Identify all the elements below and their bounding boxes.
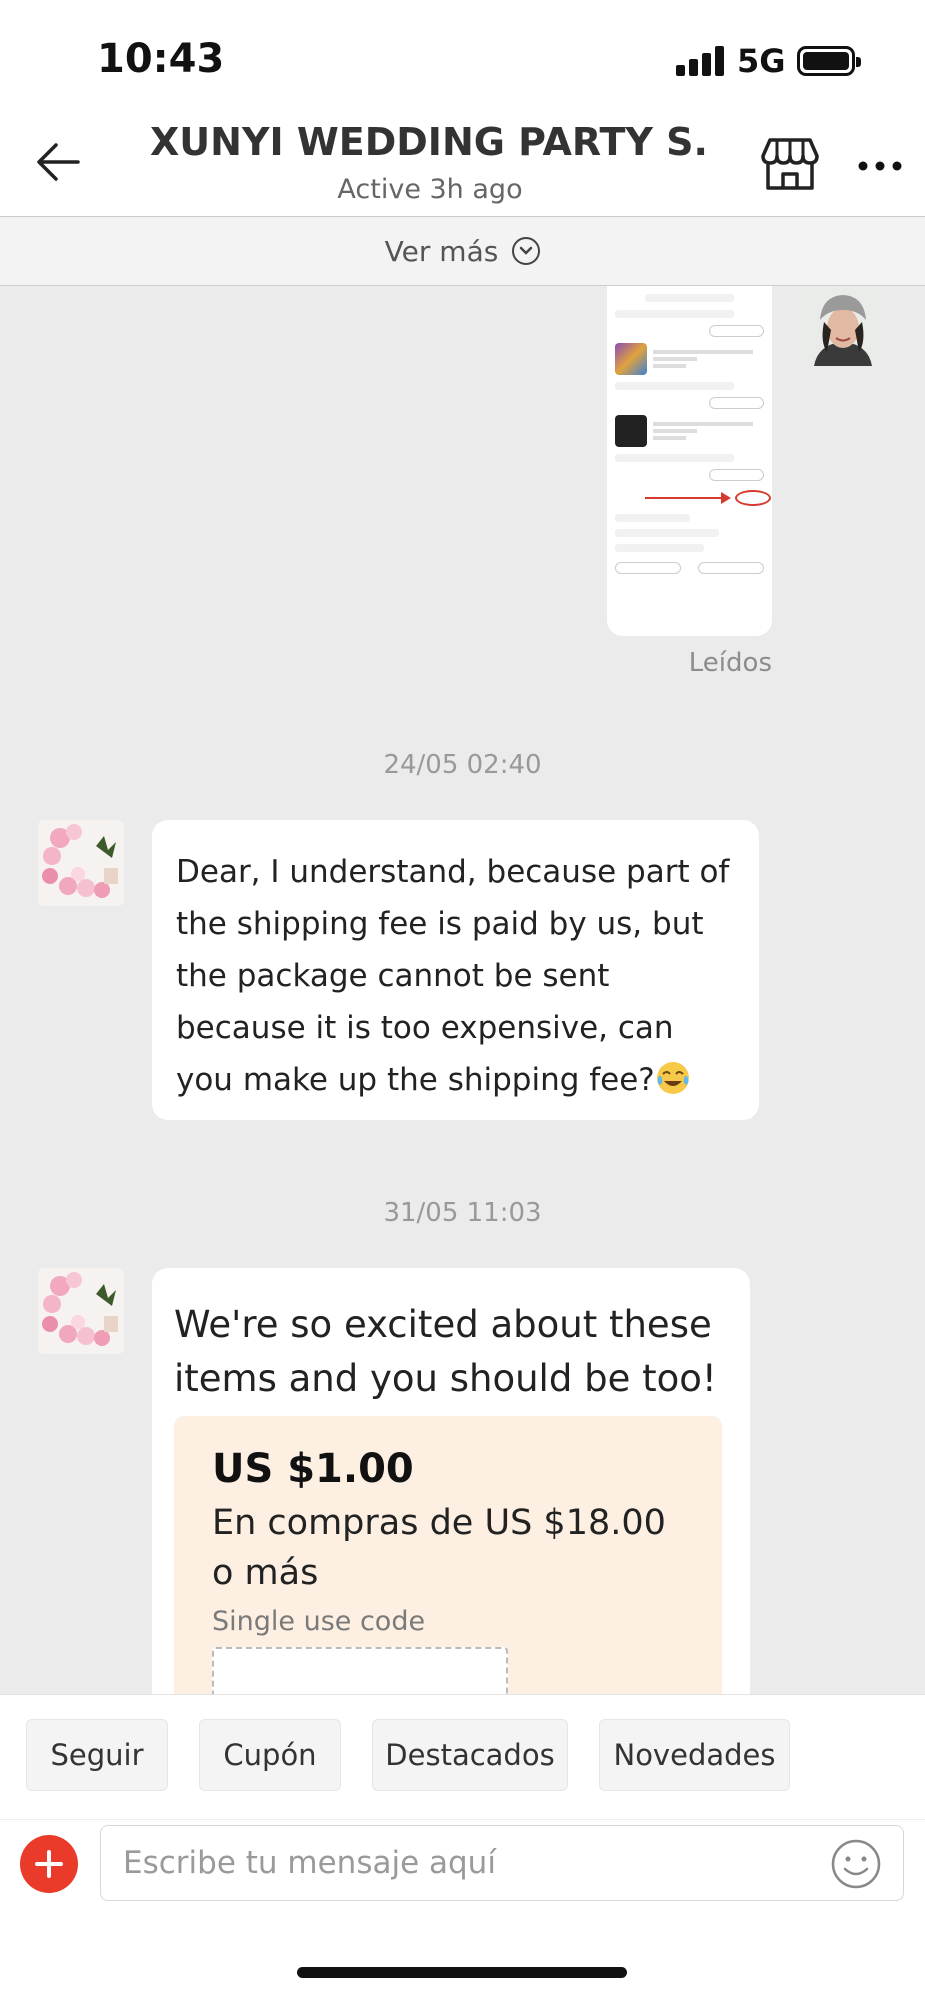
quick-action-cupon[interactable]: Cupón [199,1719,341,1791]
store-button[interactable] [760,136,824,196]
chat-header: XUNYI WEDDING PARTY S... Active 3h ago [0,112,925,216]
status-bar: 10:43 5G [0,0,925,112]
quick-action-novedades[interactable]: Novedades [599,1719,790,1791]
more-options-button[interactable] [858,148,914,178]
cellular-signal-icon [676,46,724,76]
battery-icon [797,46,861,76]
crying-laughing-emoji-icon [656,1062,689,1094]
chat-composer-area: Seguir Cupón Destacados Novedades [0,1694,925,2000]
ver-mas-button[interactable]: Ver más [0,216,925,286]
active-status: Active 3h ago [337,174,523,205]
ver-mas-label: Ver más [384,234,499,268]
read-status: Leídos [688,648,772,678]
coupon-note: Single use code [212,1606,426,1637]
quick-action-destacados[interactable]: Destacados [372,1719,568,1791]
shop-avatar[interactable] [38,820,124,906]
message-bubble: Dear, I understand, because part of the … [152,820,759,1120]
coupon-condition: En compras de US $18.00 o más [212,1503,666,1593]
status-time: 10:43 [97,36,225,82]
store-icon [761,138,819,190]
more-icon [858,161,902,171]
emoji-button[interactable] [830,1838,882,1890]
quick-action-seguir[interactable]: Seguir [26,1719,168,1791]
plus-icon[interactable] [20,1835,78,1893]
coupon-card[interactable]: US $1.00 En compras de US $18.00 o más S… [174,1416,722,1716]
sent-screenshot-image[interactable] [607,286,772,636]
shop-name[interactable]: XUNYI WEDDING PARTY S... [150,120,710,164]
divider [0,1819,925,1820]
back-arrow-icon [37,143,80,181]
message-timestamp: 24/05 02:40 [383,750,542,780]
network-type: 5G [737,42,786,80]
message-text: Dear, I understand, because part of the … [176,854,730,1098]
coupon-amount: US $1.00 [212,1446,414,1492]
message-input[interactable] [100,1825,904,1901]
chevron-down-icon [512,237,541,265]
home-indicator [297,1967,627,1978]
message-timestamp: 31/05 11:03 [383,1198,542,1228]
shop-avatar[interactable] [38,1268,124,1354]
back-button[interactable] [30,134,86,190]
message-text: We're so excited about these items and y… [174,1303,717,1400]
user-avatar[interactable] [800,286,886,366]
emoji-icon [831,1839,881,1889]
coupon-message-bubble: We're so excited about these items and y… [152,1268,750,1768]
